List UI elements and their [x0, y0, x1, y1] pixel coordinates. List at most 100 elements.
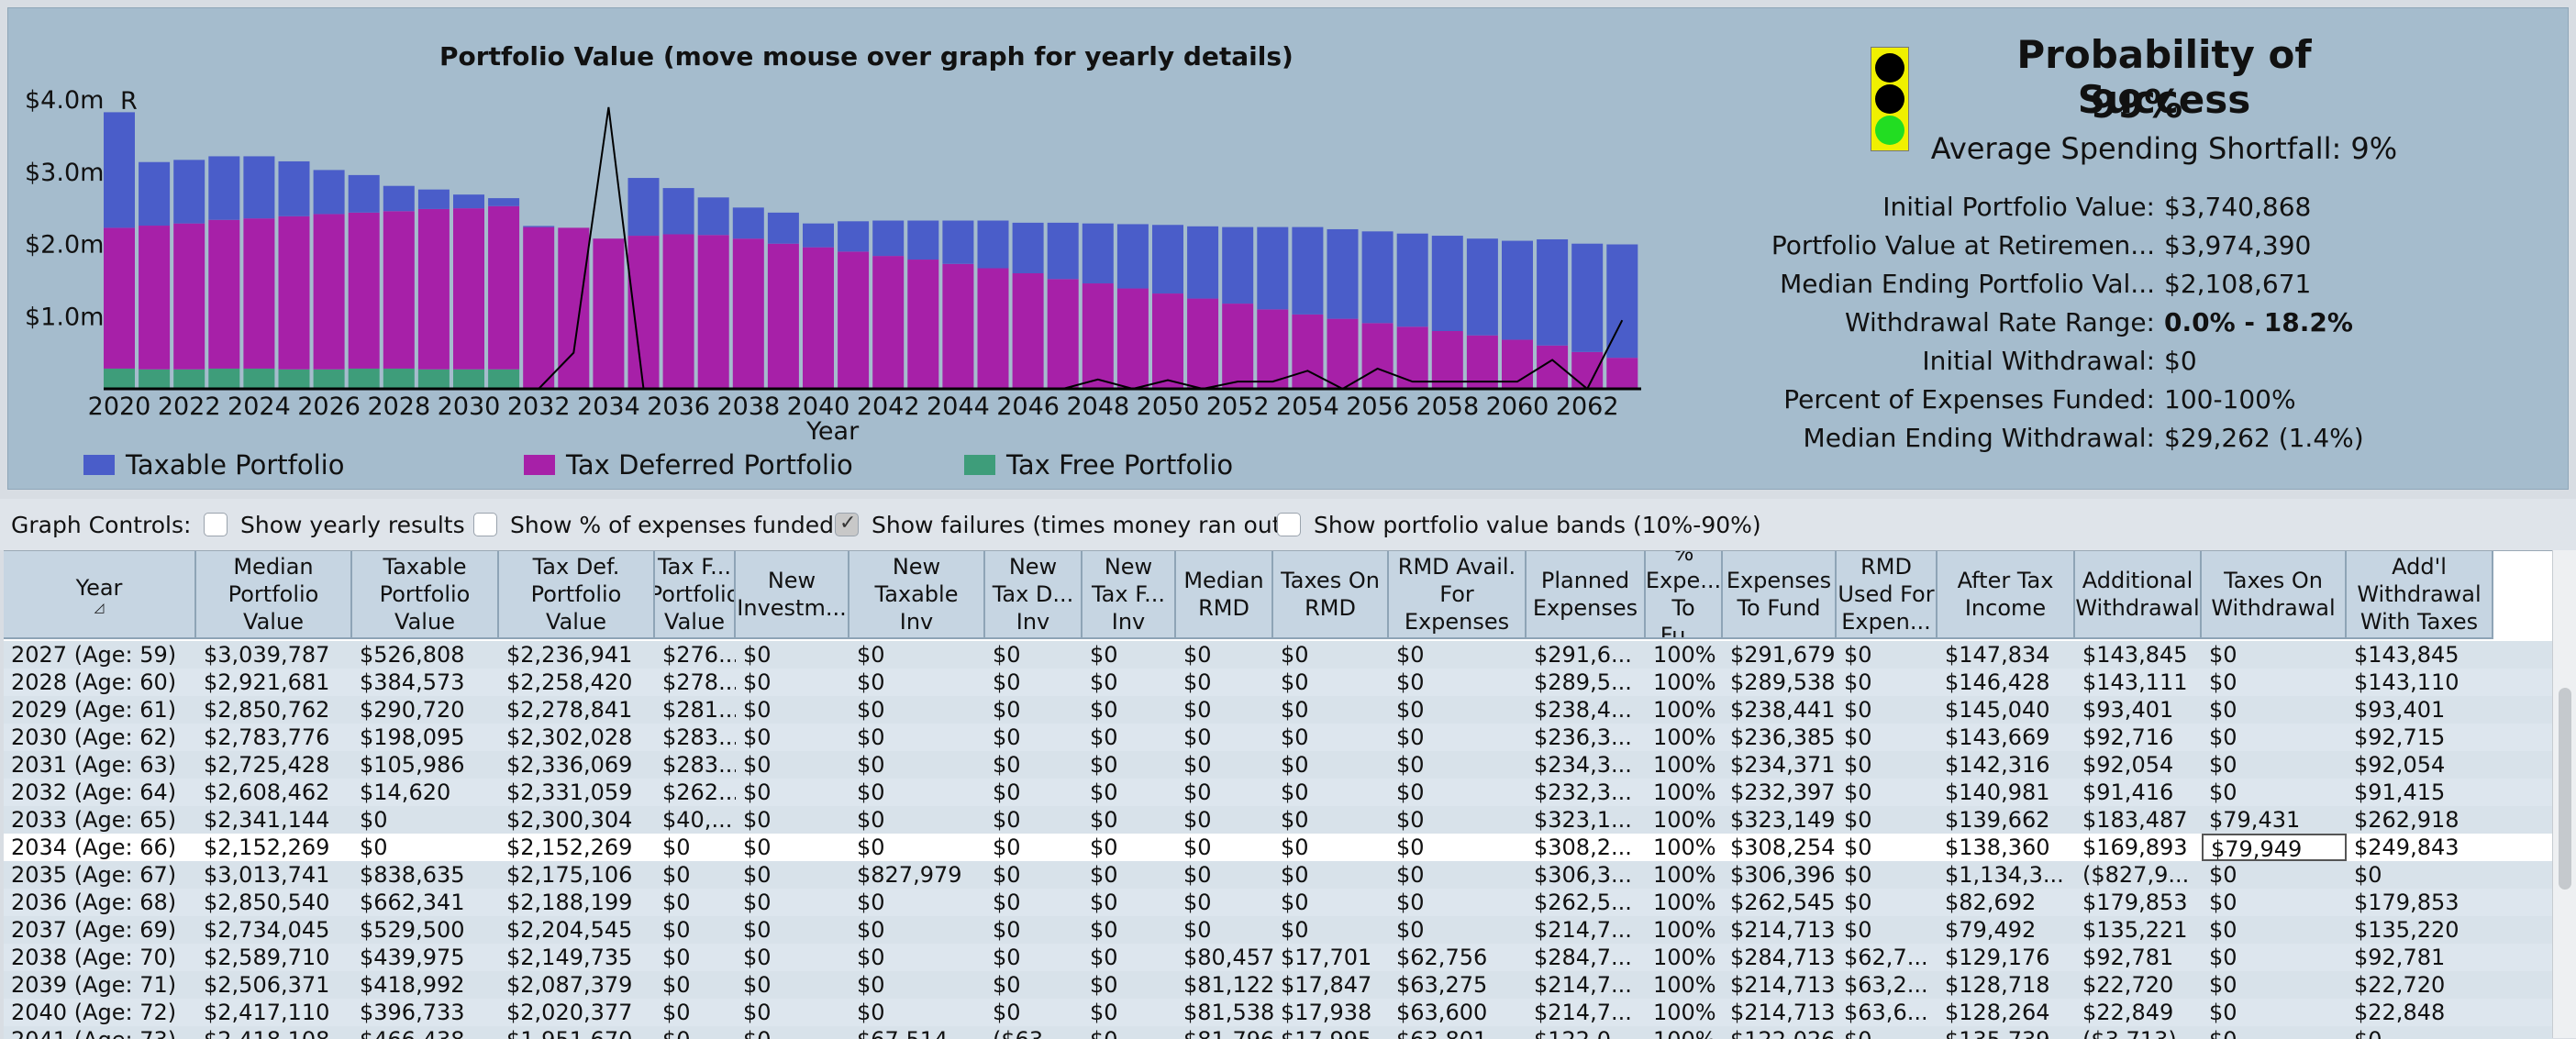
table-cell[interactable]: 100% — [1646, 944, 1723, 971]
table-cell[interactable]: 100% — [1646, 861, 1723, 889]
table-cell[interactable]: $284,713 — [1723, 944, 1837, 971]
table-cell[interactable]: $2,734,045 — [196, 916, 352, 944]
table-cell[interactable]: $0 — [1837, 1026, 1938, 1039]
table-cell[interactable]: $384,573 — [352, 669, 499, 696]
table-cell[interactable]: $2,149,735 — [499, 944, 655, 971]
table-cell[interactable]: 2041 (Age: 73) — [4, 1026, 196, 1039]
table-cell[interactable]: $308,254 — [1723, 834, 1837, 861]
table-cell[interactable]: $214,713 — [1723, 971, 1837, 999]
table-cell[interactable]: $22,849 — [2075, 999, 2202, 1026]
table-cell[interactable]: $0 — [2202, 724, 2347, 751]
table-cell[interactable]: $169,893 — [2075, 834, 2202, 861]
table-cell[interactable]: $232,3... — [1527, 779, 1646, 806]
table-cell[interactable]: $63,6... — [1837, 999, 1938, 1026]
table-cell[interactable]: 100% — [1646, 641, 1723, 669]
column-header[interactable]: New Taxable Inv — [849, 551, 985, 639]
table-cell[interactable]: $323,149 — [1723, 806, 1837, 834]
table-cell[interactable]: $0 — [985, 999, 1083, 1026]
table-cell[interactable]: $67,514 — [849, 1026, 985, 1039]
table-cell[interactable]: $0 — [1083, 696, 1176, 724]
table-cell[interactable]: $2,020,377 — [499, 999, 655, 1026]
table-cell[interactable]: $0 — [1176, 806, 1273, 834]
table-cell[interactable]: $2,850,540 — [196, 889, 352, 916]
column-header[interactable]: Year ◿ — [4, 551, 196, 639]
table-cell[interactable]: $135,221 — [2075, 916, 2202, 944]
column-header[interactable]: New Tax D... Inv — [985, 551, 1083, 639]
table-cell[interactable]: $0 — [1273, 834, 1389, 861]
table-cell[interactable]: $0 — [736, 999, 849, 1026]
table-cell[interactable]: ($827,9... — [2075, 861, 2202, 889]
table-cell[interactable]: $289,538 — [1723, 669, 1837, 696]
table-row[interactable]: 2039 (Age: 71) $2,506,371 $418,992 $2,087,3… — [4, 971, 2552, 999]
table-cell[interactable]: $0 — [1389, 834, 1527, 861]
table-cell[interactable]: $128,264 — [1938, 999, 2075, 1026]
table-cell[interactable]: $276... — [655, 641, 736, 669]
table-cell[interactable]: $3,039,787 — [196, 641, 352, 669]
table-cell[interactable]: $0 — [1083, 806, 1176, 834]
table-cell[interactable]: $0 — [1083, 834, 1176, 861]
table-cell[interactable]: $0 — [655, 971, 736, 999]
table-cell[interactable]: 100% — [1646, 669, 1723, 696]
table-cell[interactable]: $0 — [985, 779, 1083, 806]
table-cell[interactable]: $306,396 — [1723, 861, 1837, 889]
table-cell[interactable]: $0 — [1083, 889, 1176, 916]
table-cell[interactable]: $2,589,710 — [196, 944, 352, 971]
table-cell[interactable]: $0 — [985, 861, 1083, 889]
table-cell[interactable]: 100% — [1646, 751, 1723, 779]
table-cell[interactable]: $0 — [985, 806, 1083, 834]
table-cell[interactable]: $138,360 — [1938, 834, 2075, 861]
table-cell[interactable]: $0 — [1389, 916, 1527, 944]
table-cell[interactable]: $122,0... — [1527, 1026, 1646, 1039]
table-cell[interactable]: $142,316 — [1938, 751, 2075, 779]
table-cell[interactable]: $135,220 — [2347, 916, 2493, 944]
table-row[interactable]: 2036 (Age: 68) $2,850,540 $662,341 $2,188,1… — [4, 889, 2552, 916]
column-header[interactable]: Tax Def. Portfolio Value — [499, 551, 655, 639]
table-row[interactable]: 2030 (Age: 62) $2,783,776 $198,095 $2,302,0… — [4, 724, 2552, 751]
table-cell[interactable]: $143,845 — [2347, 641, 2493, 669]
table-cell[interactable]: $662,341 — [352, 889, 499, 916]
table-cell[interactable]: $0 — [2202, 889, 2347, 916]
table-cell[interactable]: $2,341,144 — [196, 806, 352, 834]
table-cell[interactable]: $2,921,681 — [196, 669, 352, 696]
column-header[interactable]: Taxes On RMD — [1273, 551, 1389, 639]
table-cell[interactable]: $0 — [1176, 916, 1273, 944]
table-cell[interactable]: $0 — [1837, 806, 1938, 834]
table-cell[interactable]: $2,175,106 — [499, 861, 655, 889]
table-cell[interactable]: $0 — [736, 779, 849, 806]
table-cell[interactable]: $91,416 — [2075, 779, 2202, 806]
table-cell[interactable]: $143,111 — [2075, 669, 2202, 696]
column-header[interactable]: Tax F...PortfolioValue — [655, 551, 736, 639]
table-row[interactable]: 2035 (Age: 67) $3,013,741 $838,635 $2,175,1… — [4, 861, 2552, 889]
table-row[interactable]: 2037 (Age: 69) $2,734,045 $529,500 $2,204,5… — [4, 916, 2552, 944]
table-cell[interactable]: $0 — [2202, 779, 2347, 806]
table-cell[interactable]: $0 — [1083, 779, 1176, 806]
table-cell[interactable]: 100% — [1646, 806, 1723, 834]
column-header[interactable]: Planned Expenses — [1527, 551, 1646, 639]
table-cell[interactable]: $0 — [655, 999, 736, 1026]
table-cell[interactable]: $323,1... — [1527, 806, 1646, 834]
table-cell[interactable]: 100% — [1646, 889, 1723, 916]
table-cell[interactable]: $290,720 — [352, 696, 499, 724]
table-cell[interactable]: $0 — [2202, 669, 2347, 696]
table-cell[interactable]: $0 — [736, 916, 849, 944]
table-cell[interactable]: $0 — [1837, 669, 1938, 696]
table-cell[interactable]: $92,716 — [2075, 724, 2202, 751]
table-row[interactable]: 2033 (Age: 65) $2,341,144 $0 $2,300,304 $40,… — [4, 806, 2552, 834]
table-cell[interactable]: $0 — [1389, 889, 1527, 916]
yearly-results-table[interactable]: Year ◿ Median Portfolio Value Taxable Portfoli… — [4, 550, 2552, 1039]
table-cell[interactable]: $140,981 — [1938, 779, 2075, 806]
table-cell[interactable]: $0 — [1083, 999, 1176, 1026]
table-cell[interactable]: 2038 (Age: 70) — [4, 944, 196, 971]
table-cell[interactable]: $0 — [985, 916, 1083, 944]
table-cell[interactable]: $0 — [1273, 861, 1389, 889]
table-cell[interactable]: $0 — [1389, 696, 1527, 724]
table-cell[interactable]: $135,739 — [1938, 1026, 2075, 1039]
table-cell[interactable]: $1,951,670 — [499, 1026, 655, 1039]
table-cell[interactable]: $0 — [655, 834, 736, 861]
table-cell[interactable]: $0 — [985, 944, 1083, 971]
table-cell[interactable]: $0 — [1389, 641, 1527, 669]
table-cell[interactable]: $17,701 — [1273, 944, 1389, 971]
table-cell[interactable]: 100% — [1646, 724, 1723, 751]
table-cell[interactable]: $0 — [985, 834, 1083, 861]
table-cell[interactable]: $0 — [352, 834, 499, 861]
